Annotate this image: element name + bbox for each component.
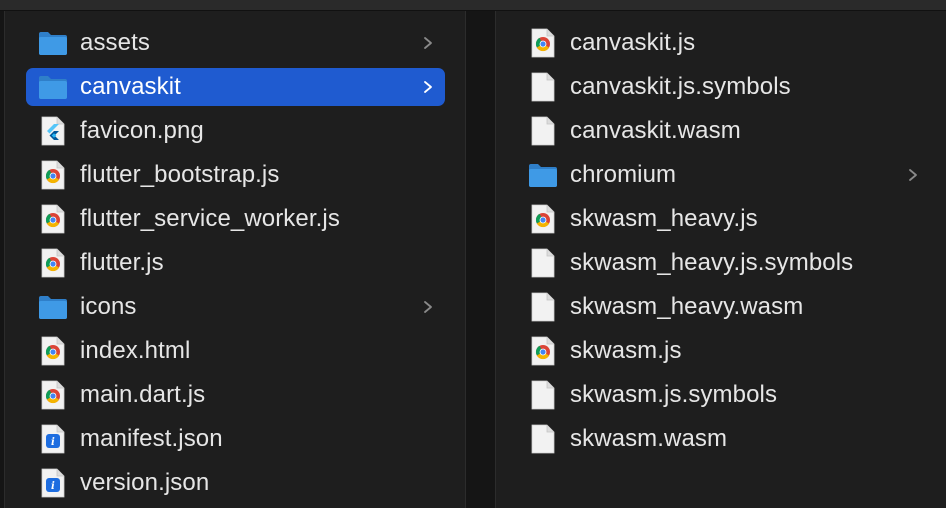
item-label: canvaskit.js xyxy=(570,29,696,56)
item-label: main.dart.js xyxy=(80,381,206,408)
svg-text:i: i xyxy=(51,481,55,492)
file-row-index-html[interactable]: index.html xyxy=(26,332,445,370)
folder-row-canvaskit[interactable]: canvaskit xyxy=(26,68,445,106)
folder-icon xyxy=(38,72,68,102)
item-label: skwasm.wasm xyxy=(570,425,728,452)
item-label: favicon.png xyxy=(80,117,204,144)
folder-row-chromium[interactable]: chromium xyxy=(516,156,930,194)
file-row-main-dart-js[interactable]: main.dart.js xyxy=(26,376,445,414)
item-label: canvaskit.wasm xyxy=(570,117,741,144)
item-label: version.json xyxy=(80,469,210,496)
file-row-flutter-js[interactable]: flutter.js xyxy=(26,244,445,282)
chevron-right-icon xyxy=(906,168,920,182)
blank-doc-icon xyxy=(528,292,558,322)
folder-row-icons[interactable]: icons xyxy=(26,288,445,326)
file-row-flutter-service-worker-js[interactable]: flutter_service_worker.js xyxy=(26,200,445,238)
item-label: canvaskit xyxy=(80,73,181,100)
item-label: skwasm.js xyxy=(570,337,682,364)
finder-column-view: assets canvaskit favicon.png flutter_boo… xyxy=(0,0,946,508)
file-row-canvaskit-js[interactable]: canvaskit.js xyxy=(516,24,930,62)
blank-doc-icon xyxy=(528,248,558,278)
item-label: chromium xyxy=(570,161,677,188)
item-label: manifest.json xyxy=(80,425,223,452)
chevron-right-icon xyxy=(421,300,435,314)
chrome-doc-icon xyxy=(38,380,68,410)
chrome-doc-icon xyxy=(528,204,558,234)
chrome-doc-icon xyxy=(528,28,558,58)
item-label: skwasm.js.symbols xyxy=(570,381,778,408)
blank-doc-icon xyxy=(528,380,558,410)
item-label: flutter_bootstrap.js xyxy=(80,161,280,188)
file-row-skwasm-js-symbols[interactable]: skwasm.js.symbols xyxy=(516,376,930,414)
column-web-build[interactable]: assets canvaskit favicon.png flutter_boo… xyxy=(6,11,465,508)
file-row-favicon-png[interactable]: favicon.png xyxy=(26,112,445,150)
file-row-manifest-json[interactable]: i manifest.json xyxy=(26,420,445,458)
file-row-canvaskit-wasm[interactable]: canvaskit.wasm xyxy=(516,112,930,150)
item-label: skwasm_heavy.wasm xyxy=(570,293,804,320)
file-row-skwasm-heavy-js-symbols[interactable]: skwasm_heavy.js.symbols xyxy=(516,244,930,282)
chrome-doc-icon xyxy=(38,248,68,278)
file-row-version-json[interactable]: i version.json xyxy=(26,464,445,502)
item-label: index.html xyxy=(80,337,191,364)
folder-icon xyxy=(528,160,558,190)
chrome-doc-icon xyxy=(38,160,68,190)
chevron-right-icon xyxy=(421,80,435,94)
file-row-canvaskit-js-symbols[interactable]: canvaskit.js.symbols xyxy=(516,68,930,106)
item-label: icons xyxy=(80,293,137,320)
svg-text:i: i xyxy=(51,437,55,448)
folder-icon xyxy=(38,28,68,58)
item-label: flutter.js xyxy=(80,249,164,276)
column-divider-middle[interactable] xyxy=(465,11,496,508)
file-row-skwasm-js[interactable]: skwasm.js xyxy=(516,332,930,370)
chevron-right-icon xyxy=(421,36,435,50)
item-label: assets xyxy=(80,29,150,56)
json-doc-icon: i xyxy=(38,468,68,498)
chrome-doc-icon xyxy=(38,336,68,366)
chrome-doc-icon xyxy=(528,336,558,366)
flutter-image-icon xyxy=(38,116,68,146)
file-row-flutter-bootstrap-js[interactable]: flutter_bootstrap.js xyxy=(26,156,445,194)
file-row-skwasm-heavy-wasm[interactable]: skwasm_heavy.wasm xyxy=(516,288,930,326)
item-label: skwasm_heavy.js.symbols xyxy=(570,249,854,276)
file-row-skwasm-heavy-js[interactable]: skwasm_heavy.js xyxy=(516,200,930,238)
blank-doc-icon xyxy=(528,424,558,454)
column-divider-left[interactable] xyxy=(0,11,5,508)
item-label: canvaskit.js.symbols xyxy=(570,73,791,100)
blank-doc-icon xyxy=(528,116,558,146)
window-top-edge xyxy=(0,0,946,11)
folder-row-assets[interactable]: assets xyxy=(26,24,445,62)
item-label: flutter_service_worker.js xyxy=(80,205,340,232)
blank-doc-icon xyxy=(528,72,558,102)
file-row-skwasm-wasm[interactable]: skwasm.wasm xyxy=(516,420,930,458)
item-label: skwasm_heavy.js xyxy=(570,205,758,232)
json-doc-icon: i xyxy=(38,424,68,454)
folder-icon xyxy=(38,292,68,322)
column-canvaskit[interactable]: canvaskit.js canvaskit.js.symbols canvas… xyxy=(496,11,946,508)
chrome-doc-icon xyxy=(38,204,68,234)
